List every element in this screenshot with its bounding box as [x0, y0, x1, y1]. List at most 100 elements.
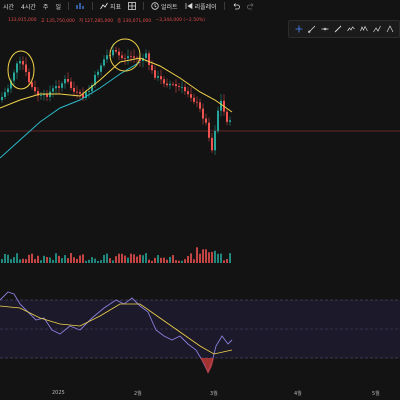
- candle-body: [4, 92, 6, 97]
- volume-bar: [175, 260, 177, 263]
- volume-bar: [172, 255, 174, 263]
- candle-body: [196, 101, 198, 103]
- volume-bar: [118, 253, 120, 263]
- volume-bar: [100, 260, 102, 263]
- rsi-oversold-fill: [200, 358, 214, 374]
- volume-bar: [196, 247, 198, 263]
- candle-body: [67, 79, 69, 82]
- volume-bar: [103, 254, 105, 263]
- candle-body: [100, 65, 102, 72]
- candlestick-series: [1, 43, 231, 155]
- candle-body: [214, 130, 216, 151]
- candle-body: [19, 61, 21, 64]
- volume-bar: [94, 258, 96, 263]
- volume-bar: [220, 253, 222, 263]
- candle-body: [61, 83, 63, 88]
- volume-bar: [154, 257, 156, 263]
- candle-body: [124, 58, 126, 59]
- volume-bar: [193, 259, 195, 263]
- candle-body: [127, 56, 129, 59]
- volume-bar: [64, 255, 66, 263]
- time-label: 5월: [372, 391, 380, 397]
- volume-bar: [106, 253, 108, 263]
- candle-body: [166, 83, 168, 86]
- candle-body: [31, 82, 33, 88]
- volume-bar: [88, 259, 90, 263]
- price-chart[interactable]: [0, 0, 400, 400]
- candle-body: [220, 100, 222, 111]
- time-label: 4월: [294, 391, 302, 397]
- candle-body: [73, 88, 75, 92]
- candle-body: [157, 76, 159, 78]
- volume-bar: [202, 249, 204, 263]
- candle-body: [118, 51, 120, 56]
- volume-bar: [166, 259, 168, 263]
- volume-bar: [82, 254, 84, 263]
- volume-bar: [13, 257, 15, 263]
- candle-body: [226, 111, 228, 122]
- volume-bar: [217, 253, 219, 263]
- candle-body: [199, 102, 201, 109]
- candle-body: [28, 72, 30, 83]
- candle-body: [202, 108, 204, 119]
- volume-bar: [73, 257, 75, 263]
- candle-body: [211, 137, 213, 151]
- candle-body: [7, 88, 9, 93]
- volume-bar: [28, 254, 30, 263]
- volume-bar: [184, 259, 186, 263]
- candle-body: [16, 63, 18, 73]
- candle-body: [163, 79, 165, 84]
- volume-bar: [19, 259, 21, 263]
- candle-body: [22, 61, 24, 65]
- candle-body: [148, 53, 150, 65]
- volume-bar: [148, 259, 150, 263]
- volume-bar: [169, 256, 171, 263]
- volume-bar: [208, 252, 210, 263]
- time-label: 2025: [52, 390, 65, 396]
- candle-body: [25, 64, 27, 73]
- candle-body: [133, 56, 135, 58]
- candle-body: [175, 84, 177, 87]
- candle-body: [130, 56, 132, 58]
- volume-bar: [25, 259, 27, 263]
- volume-bar: [16, 253, 18, 263]
- volume-bar: [67, 258, 69, 263]
- candle-body: [190, 94, 192, 98]
- time-axis[interactable]: 2025 2월 3월 4월 5월: [0, 388, 400, 400]
- candle-body: [58, 86, 60, 88]
- volume-bar: [112, 260, 114, 263]
- volume-bar: [226, 259, 228, 263]
- candle-body: [112, 49, 114, 56]
- volume-bar: [70, 253, 72, 263]
- volume-bar: [109, 258, 111, 263]
- volume-series: [1, 247, 231, 263]
- candle-body: [160, 76, 162, 80]
- moving-average-long: [0, 61, 141, 159]
- volume-bar: [34, 259, 36, 263]
- volume-bar: [130, 253, 132, 263]
- volume-bar: [85, 260, 87, 263]
- volume-bar: [40, 260, 42, 263]
- candle-body: [145, 53, 147, 59]
- candle-body: [40, 95, 42, 96]
- candle-body: [106, 55, 108, 60]
- candle-body: [97, 71, 99, 75]
- candle-body: [187, 91, 189, 95]
- time-label: 2월: [134, 391, 142, 397]
- volume-bar: [61, 258, 63, 263]
- volume-bar: [145, 253, 147, 263]
- candle-body: [154, 70, 156, 78]
- volume-bar: [139, 254, 141, 263]
- volume-bar: [199, 253, 201, 263]
- volume-bar: [4, 253, 6, 263]
- candle-body: [64, 79, 66, 84]
- volume-bar: [37, 255, 39, 263]
- volume-bar: [79, 255, 81, 263]
- candle-body: [88, 91, 90, 93]
- candle-body: [70, 81, 72, 89]
- candle-body: [55, 86, 57, 89]
- volume-bar: [157, 255, 159, 263]
- candle-body: [103, 59, 105, 66]
- candle-body: [13, 72, 15, 81]
- volume-bar: [163, 257, 165, 263]
